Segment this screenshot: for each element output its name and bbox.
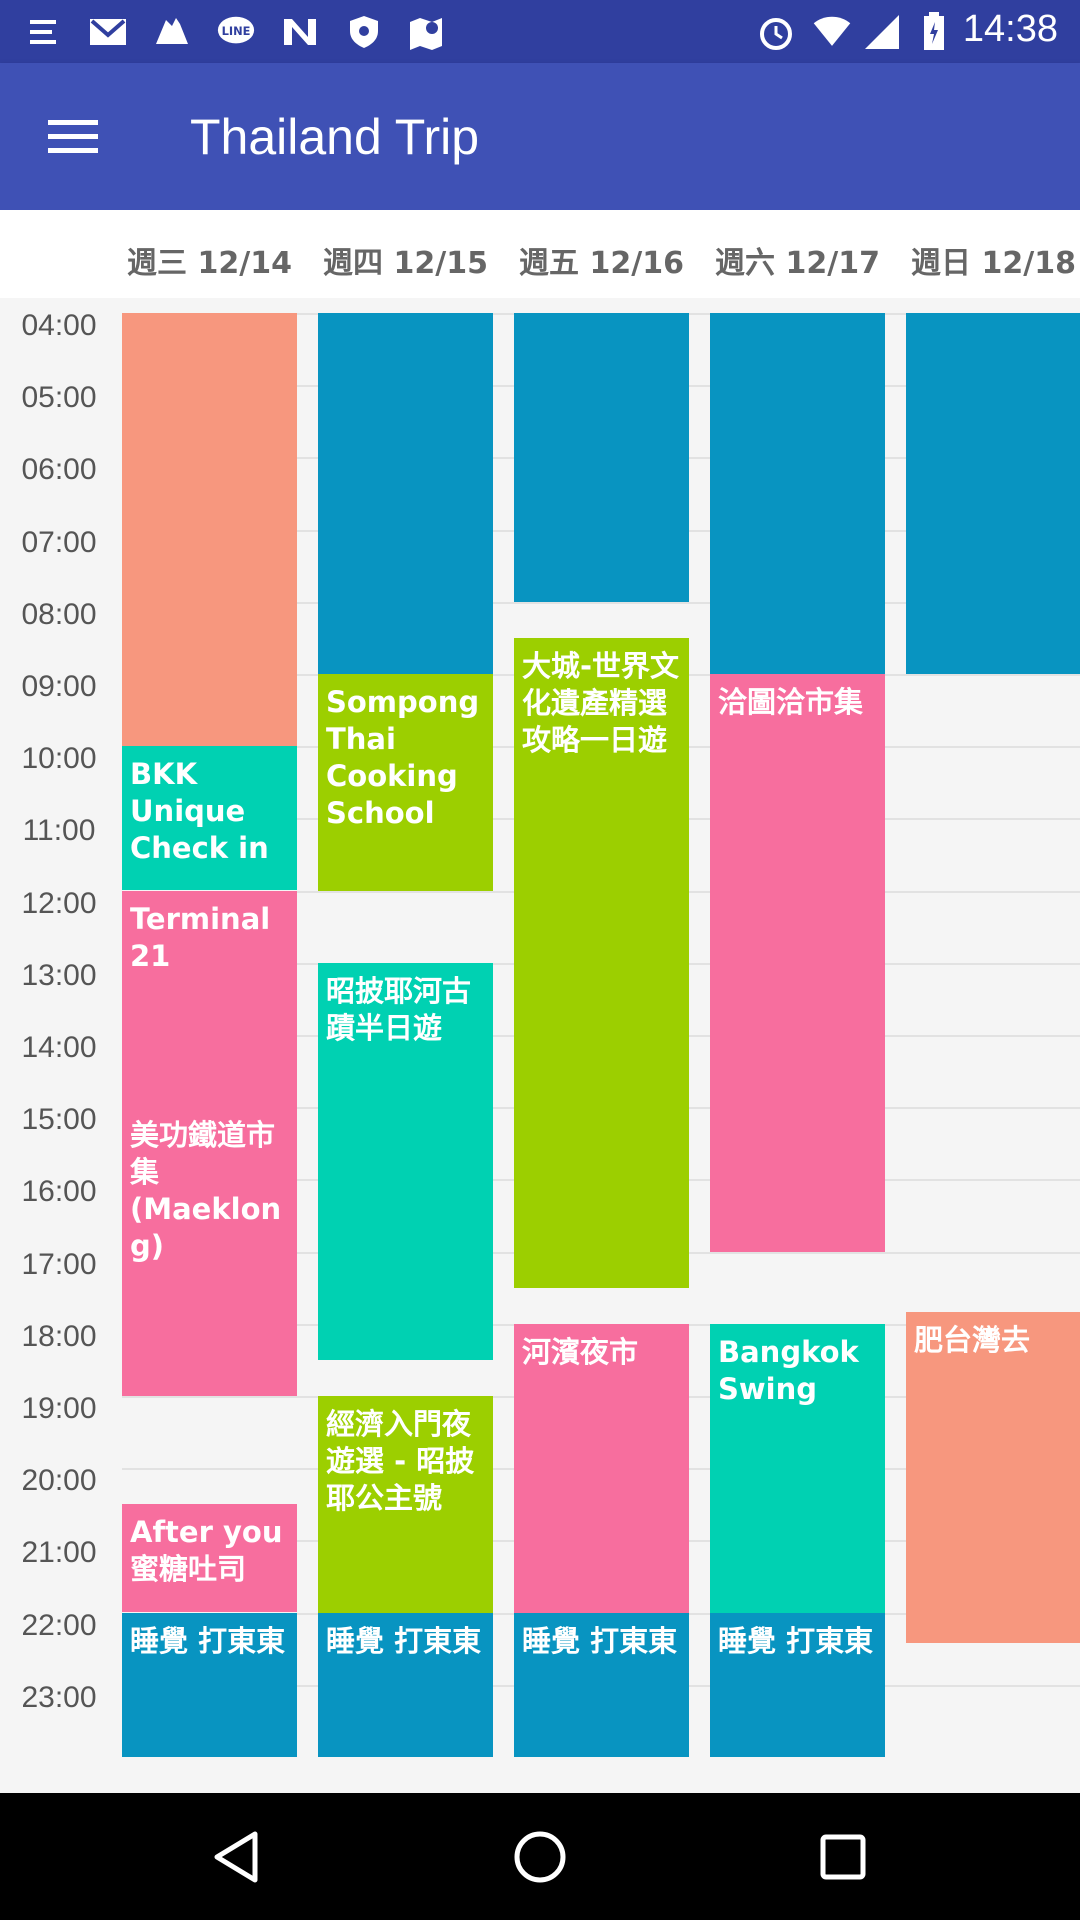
event-block[interactable]: 昭披耶河古蹟半日遊 [318, 963, 493, 1360]
week-grid[interactable]: 04:00 05:00 06:00 07:00 08:00 09:00 10:00 11:00… [0, 298, 1080, 1793]
hour-label: 10:00 [21, 742, 97, 775]
navigation-bar [0, 1793, 1080, 1920]
hour-label: 06:00 [21, 453, 97, 486]
event-block[interactable] [710, 313, 885, 674]
recents-square-icon[interactable] [803, 1817, 883, 1897]
event-block[interactable] [318, 313, 493, 674]
notification-icon [24, 12, 64, 52]
day-header: 週三 12/14 週四 12/15 週五 12/16 週六 12/17 週日 12/18 [0, 210, 1080, 298]
day-header-label[interactable]: 週五 12/16 [504, 238, 699, 282]
hamburger-menu-icon[interactable] [30, 93, 116, 179]
event-block[interactable]: 洽圖洽市集 [710, 674, 885, 1252]
event-block[interactable]: BKK Unique Check in [122, 746, 297, 890]
event-block[interactable]: Bangkok Swing [710, 1324, 885, 1613]
back-triangle-icon[interactable] [196, 1817, 276, 1897]
wifi-icon [812, 12, 852, 52]
hour-label: 08:00 [21, 598, 97, 631]
day-header-label[interactable]: 週日 12/18 [896, 238, 1080, 282]
event-block[interactable] [906, 313, 1080, 674]
day-header-label[interactable]: 週四 12/15 [308, 238, 503, 282]
event-block[interactable] [122, 313, 297, 746]
page-title: Thailand Trip [190, 109, 480, 165]
event-block[interactable]: 睡覺 打東東 [122, 1613, 297, 1757]
hour-label: 05:00 [21, 381, 97, 414]
event-block[interactable]: 睡覺 打東東 [514, 1613, 689, 1757]
event-block[interactable]: Sompong Thai Cooking School [318, 674, 493, 891]
hour-label: 09:00 [21, 670, 97, 703]
hour-label: 15:00 [21, 1103, 97, 1136]
event-block[interactable]: 睡覺 打東東 [710, 1613, 885, 1757]
hour-label: 13:00 [21, 959, 97, 992]
alarm-icon [756, 12, 796, 52]
event-block[interactable]: 大城-世界文化遺產精選攻略一日遊 [514, 638, 689, 1288]
maps-icon [406, 12, 446, 52]
hour-label: 16:00 [21, 1175, 97, 1208]
status-bar: LINE 14:38 [0, 0, 1080, 63]
day-header-label[interactable]: 週三 12/14 [112, 238, 307, 282]
event-block[interactable]: 美功鐵道市集(Maeklong) [122, 1107, 297, 1396]
cell-signal-icon [862, 12, 902, 52]
svg-text:LINE: LINE [222, 24, 251, 38]
hour-label: 07:00 [21, 526, 97, 559]
hour-label: 22:00 [21, 1609, 97, 1642]
event-block[interactable]: 睡覺 打東東 [318, 1613, 493, 1757]
battery-icon [914, 12, 954, 52]
vpn-shield-icon [344, 12, 384, 52]
event-block[interactable]: 河濱夜市 [514, 1324, 689, 1613]
event-block[interactable]: 肥台灣去 [906, 1312, 1080, 1643]
event-block[interactable]: After you 蜜糖吐司 [122, 1504, 297, 1612]
hour-label: 21:00 [21, 1536, 97, 1569]
home-circle-icon[interactable] [500, 1817, 580, 1897]
hour-label: 18:00 [21, 1320, 97, 1353]
day-header-label[interactable]: 週六 12/17 [700, 238, 895, 282]
n-app-icon [280, 12, 320, 52]
hour-label: 17:00 [21, 1248, 97, 1281]
status-clock: 14:38 [962, 8, 1058, 50]
app-bar: Thailand Trip [0, 63, 1080, 210]
hour-label: 04:00 [21, 309, 97, 342]
hour-label: 14:00 [21, 1031, 97, 1064]
hour-label: 23:00 [21, 1681, 97, 1714]
shoe-icon [152, 12, 192, 52]
hour-label: 20:00 [21, 1464, 97, 1497]
gmail-icon [88, 12, 128, 52]
hour-label: 11:00 [22, 814, 96, 847]
event-block[interactable] [514, 313, 689, 602]
event-block[interactable]: 經濟入門夜遊選 - 昭披耶公主號 [318, 1396, 493, 1613]
hour-label: 19:00 [21, 1392, 97, 1425]
hour-label: 12:00 [21, 887, 97, 920]
line-icon: LINE [216, 12, 256, 52]
